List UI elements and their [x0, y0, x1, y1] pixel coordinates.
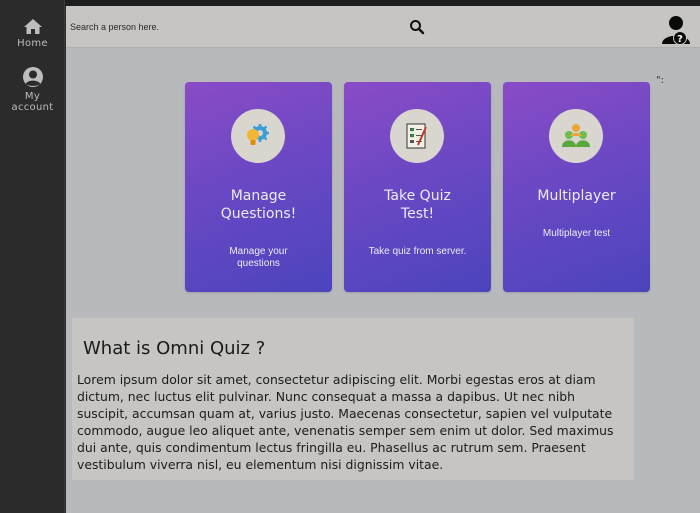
- sidebar-item-home[interactable]: Home: [0, 18, 65, 49]
- card-title: Multiplayer: [537, 188, 616, 204]
- sidebar-item-account[interactable]: My account: [0, 66, 65, 113]
- sidebar-item-label: My account: [11, 91, 54, 113]
- home-icon: [23, 19, 42, 34]
- about-section: What is Omni Quiz ? Lorem ipsum dolor si…: [72, 318, 634, 480]
- user-icon: [22, 67, 43, 87]
- card-description: Multiplayer test: [542, 228, 611, 239]
- card-description: Manage your questions: [229, 246, 288, 269]
- top-bar: ?: [66, 6, 700, 48]
- gear-bulb-icon: [247, 124, 269, 145]
- card-description: Take quiz from server.: [368, 246, 467, 257]
- card-manage-questions[interactable]: Manage Questions! Manage your questions: [185, 82, 332, 292]
- stray-text: ":: [656, 75, 664, 86]
- card-multiplayer[interactable]: Multiplayer Multiplayer test: [503, 82, 650, 292]
- card-icon-circle: [549, 109, 603, 163]
- search-icon[interactable]: [409, 19, 425, 35]
- search-input[interactable]: [70, 17, 400, 37]
- about-text: Lorem ipsum dolor sit amet, consectetur …: [77, 372, 614, 472]
- group-users-icon: [562, 124, 590, 147]
- sidebar-item-label: Home: [17, 38, 48, 49]
- card-title: Take Quiz Test!: [384, 188, 451, 222]
- main-content: ? ": Manage Questions! Manage your quest…: [66, 6, 700, 513]
- user-help-avatar-icon[interactable]: ?: [660, 13, 692, 45]
- card-take-quiz[interactable]: Take Quiz Test! Take quiz from server.: [344, 82, 491, 292]
- card-icon-circle: [390, 109, 444, 163]
- card-icon-circle: [231, 109, 285, 163]
- about-title: What is Omni Quiz ?: [83, 338, 266, 359]
- svg-text:?: ?: [677, 34, 683, 45]
- sidebar: Home My account: [0, 0, 65, 513]
- card-title: Manage Questions!: [220, 188, 297, 222]
- quiz-sheet-icon: [406, 123, 427, 149]
